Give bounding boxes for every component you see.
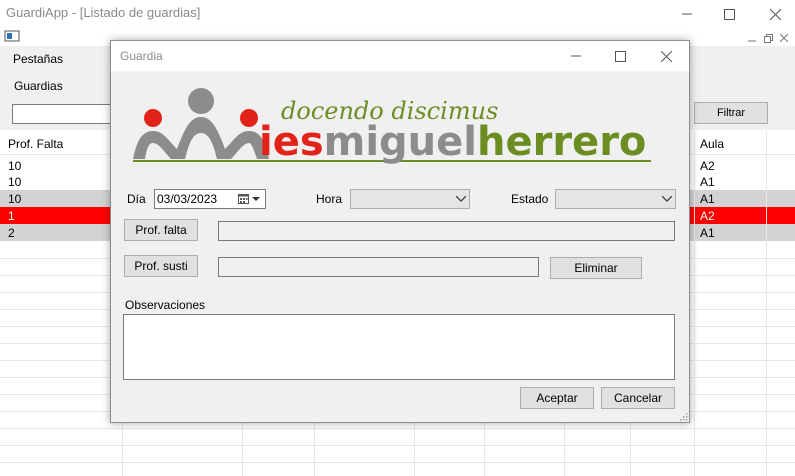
tab-guardias[interactable]: Guardias: [14, 79, 63, 93]
estado-label: Estado: [511, 192, 549, 206]
dialog-title: Guardia: [120, 49, 163, 63]
dialog-minimize-button[interactable]: [553, 41, 599, 71]
cell-aula[interactable]: A1: [700, 192, 715, 206]
chevron-down-icon: [662, 196, 672, 202]
close-icon: [660, 50, 672, 62]
mdi-minimize-button[interactable]: [744, 31, 760, 45]
grid-divider: [0, 462, 795, 463]
column-header-aula[interactable]: Aula: [700, 137, 724, 151]
logo-name-suffix: herrero: [477, 119, 646, 165]
close-icon: [780, 34, 788, 42]
maximize-icon: [723, 8, 735, 20]
cell-prof-falta[interactable]: 10: [8, 192, 21, 206]
guardia-dialog: Guardia docendo discimus iesmiguelherrer…: [110, 40, 690, 423]
close-icon: [769, 8, 781, 20]
dia-label: Día: [127, 192, 146, 206]
mdi-document-icon: [4, 30, 20, 42]
dialog-maximize-button[interactable]: [597, 41, 643, 71]
close-button[interactable]: [752, 0, 795, 28]
logo-name-prefix: ies: [259, 119, 324, 165]
grid-divider: [0, 428, 795, 429]
logo-name: iesmiguelherrero: [259, 119, 646, 165]
cell-prof-falta[interactable]: 2: [8, 226, 15, 240]
dia-value: 03/03/2023: [157, 192, 218, 206]
mdi-close-button[interactable]: [776, 31, 792, 45]
minimize-icon: [748, 40, 756, 42]
filter-button[interactable]: Filtrar: [694, 102, 768, 124]
grid-divider: [694, 131, 695, 476]
chevron-down-icon: [252, 197, 260, 201]
aceptar-button[interactable]: Aceptar: [520, 387, 594, 409]
maximize-icon: [614, 50, 626, 62]
cell-aula[interactable]: A1: [700, 175, 715, 189]
cell-prof-falta[interactable]: 10: [8, 175, 21, 189]
prof-susti-field[interactable]: [218, 257, 539, 277]
cancelar-button[interactable]: Cancelar: [601, 387, 675, 409]
dialog-close-button[interactable]: [643, 41, 689, 71]
prof-susti-button[interactable]: Prof. susti: [124, 255, 198, 277]
observaciones-label: Observaciones: [125, 298, 206, 312]
mdi-restore-button[interactable]: [760, 31, 776, 45]
logo-name-middle: miguel: [324, 119, 477, 165]
app-title: GuardiApp - [Listado de guardias]: [6, 5, 201, 20]
estado-select[interactable]: [555, 189, 676, 209]
hora-label: Hora: [316, 192, 343, 206]
cell-prof-falta[interactable]: 1: [8, 209, 15, 223]
dia-date-picker[interactable]: 03/03/2023: [154, 189, 266, 209]
maximize-button[interactable]: [706, 0, 752, 28]
grid-divider: [0, 445, 795, 446]
maximize-icon: [763, 33, 773, 43]
hora-select[interactable]: [350, 189, 470, 209]
eliminar-button[interactable]: Eliminar: [550, 257, 642, 279]
cell-aula[interactable]: A1: [700, 226, 715, 240]
chevron-down-icon: [456, 196, 466, 202]
resize-grip-icon[interactable]: [680, 413, 688, 421]
cell-aula[interactable]: A2: [700, 159, 715, 173]
prof-falta-button[interactable]: Prof. falta: [124, 219, 198, 241]
cell-aula[interactable]: A2: [700, 209, 715, 223]
cell-prof-falta[interactable]: 10: [8, 159, 21, 173]
prof-falta-field[interactable]: [218, 221, 675, 241]
column-header-prof-falta[interactable]: Prof. Falta: [8, 137, 63, 151]
minimize-icon: [571, 55, 581, 57]
school-logo: docendo discimus iesmiguelherrero: [133, 88, 651, 165]
minimize-button[interactable]: [664, 0, 710, 28]
menu-item-pestanas[interactable]: Pestañas: [13, 52, 63, 66]
grid-divider: [766, 131, 767, 476]
calendar-icon: [238, 194, 249, 204]
search-input[interactable]: [12, 104, 114, 124]
minimize-icon: [682, 13, 692, 15]
observaciones-textarea[interactable]: [123, 314, 675, 380]
